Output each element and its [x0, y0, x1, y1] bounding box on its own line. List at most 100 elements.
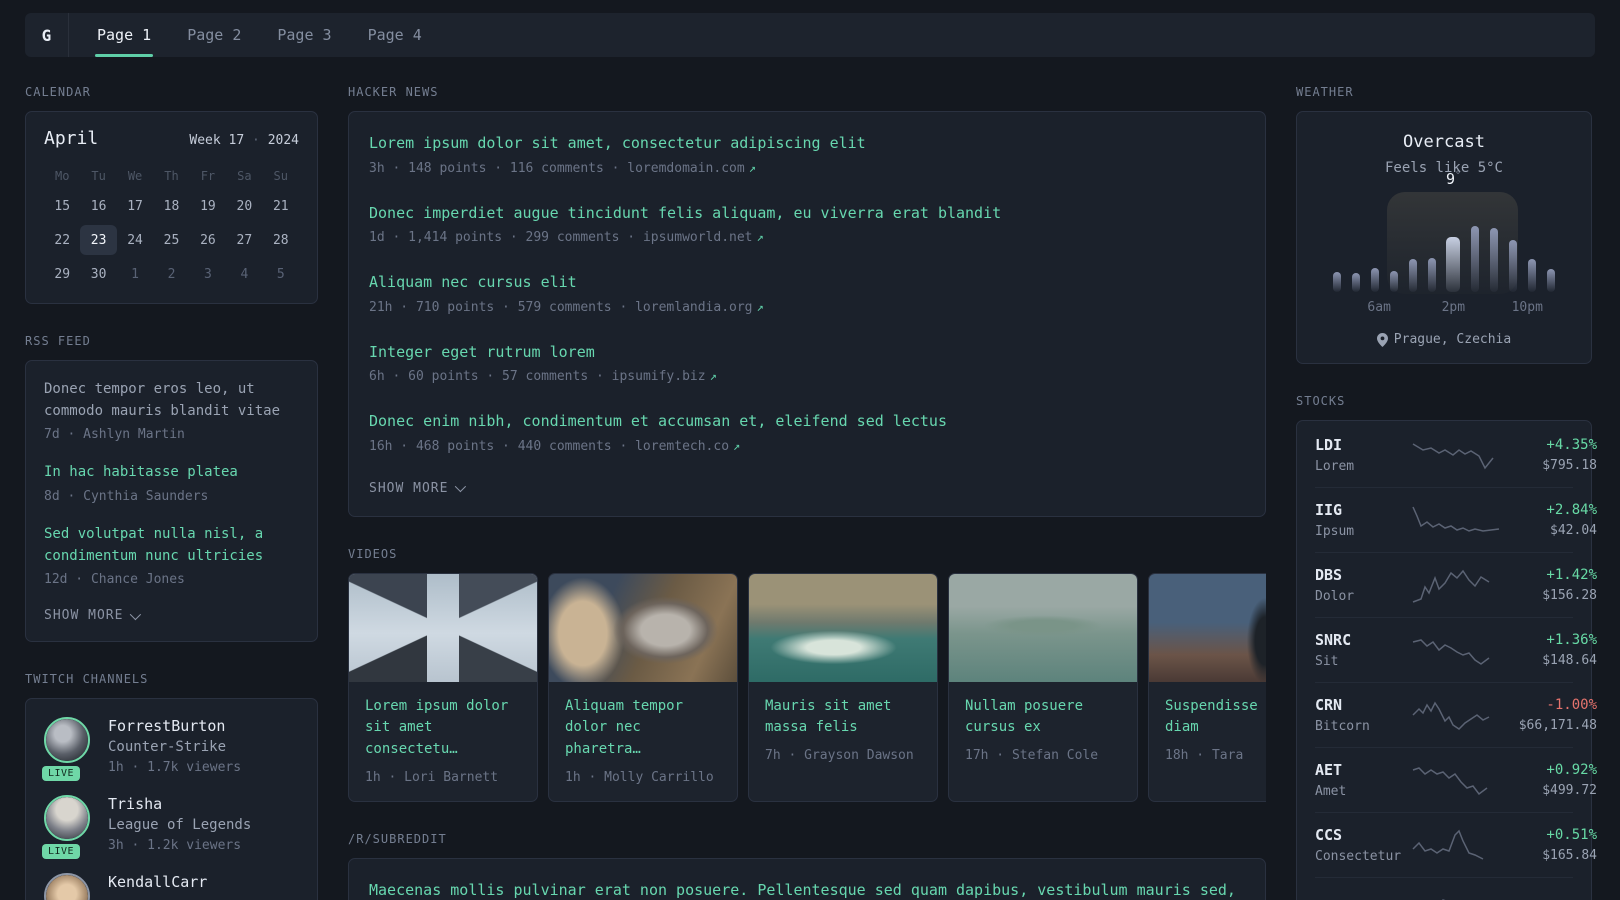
rss-item-title[interactable]: In hac habitasse platea — [44, 462, 299, 484]
weather-bar — [1427, 258, 1436, 292]
video-card[interactable]: Aliquam tempor dolor nec pharetra… 1h · … — [548, 572, 738, 802]
calendar-day: 29 — [54, 266, 71, 282]
tab-page-1[interactable]: Page 1 — [79, 13, 169, 57]
stock-change: +1.42% — [1546, 567, 1597, 583]
stock-row-snrc[interactable]: SNRC Sit +1.36% $148.64 — [1315, 617, 1597, 682]
hn-item-domain[interactable]: ipsumworld.net — [643, 230, 753, 245]
hn-item-domain[interactable]: ipsumify.biz — [612, 369, 706, 384]
calendar-day: 17 — [127, 198, 143, 214]
weather-bar — [1546, 269, 1555, 292]
video-body: Suspendisse diam 18h · Tara — [1149, 682, 1266, 779]
calendar-section-label: CALENDAR — [25, 85, 91, 99]
rss-item-title[interactable]: Donec tempor eros leo, ut commodo mauris… — [44, 379, 299, 422]
stock-row-ccs[interactable]: CCS Consectetur +0.51% $165.84 — [1315, 812, 1597, 877]
stock-row-ahs[interactable]: AHS +0.46% — [1315, 877, 1597, 900]
stock-id: SNRC Sit — [1315, 631, 1411, 669]
hn-item-title[interactable]: Donec enim nibh, condimentum et accumsan… — [369, 410, 1245, 433]
avatar-wrap: LIVE — [42, 717, 92, 782]
weather-bar — [1408, 259, 1417, 292]
peak-value: 9 — [1446, 170, 1456, 188]
channel-game: Counter-Strike — [108, 739, 227, 756]
stock-price: $42.04 — [1550, 523, 1597, 538]
stock-values: +4.35% $795.18 — [1501, 437, 1597, 473]
calendar-day: 25 — [163, 232, 180, 248]
video-card[interactable]: Lorem ipsum dolor sit amet consectetu… 1… — [348, 572, 538, 802]
hn-show-more-button[interactable]: SHOW MORE — [369, 481, 467, 496]
hn-meta-text: 3h · 148 points · 116 comments · — [369, 160, 628, 176]
hn-item-meta: 6h · 60 points · 57 comments · ipsumify.… — [369, 369, 1245, 384]
twitch-channel-kendallcarr[interactable]: KendallCarr — [44, 873, 299, 900]
weekday-sa: Sa — [237, 169, 252, 183]
stock-row-iig[interactable]: IIG Ipsum +2.84% $42.04 — [1315, 487, 1597, 552]
stock-change: +0.51% — [1546, 827, 1597, 843]
subreddit-widget: /R/SUBREDDIT Maecenas mollis pulvinar er… — [348, 832, 1266, 900]
stock-change: +2.84% — [1546, 502, 1597, 518]
avatar-wrap: LIVE — [42, 795, 92, 860]
channel-name: ForrestBurton — [108, 717, 226, 736]
video-meta: 18h · Tara — [1165, 747, 1244, 763]
video-body: Lorem ipsum dolor sit amet consectetu… 1… — [349, 682, 537, 801]
weather-location: Prague, Czechia — [1319, 332, 1569, 347]
hn-item: Aliquam nec cursus elit 21h · 710 points… — [369, 271, 1245, 315]
video-card[interactable]: Mauris sit amet massa felis 7h · Grayson… — [748, 572, 938, 802]
calendar-day-next-month: 5 — [276, 266, 285, 282]
stock-id: AET Amet — [1315, 761, 1411, 799]
rss-show-more-button[interactable]: SHOW MORE — [44, 608, 142, 624]
calendar-month: April — [44, 128, 99, 149]
tab-page-3[interactable]: Page 3 — [259, 13, 349, 57]
weather-hourly-chart: 9° — [1333, 170, 1555, 294]
hn-item-meta: 16h · 468 points · 440 comments · loremt… — [369, 439, 1245, 454]
hn-item-title[interactable]: Donec imperdiet augue tincidunt felis al… — [369, 202, 1245, 225]
hn-item-domain[interactable]: loremdomain.com — [627, 161, 744, 176]
stock-change: +0.92% — [1546, 762, 1597, 778]
weather-time-ticks: 6am 2pm 10pm — [1333, 300, 1555, 318]
hn-item: Lorem ipsum dolor sit amet, consectetur … — [369, 132, 1245, 176]
stock-row-crn[interactable]: CRN Bitcorn -1.00% $66,171.48 — [1315, 682, 1597, 747]
hn-item-title[interactable]: Aliquam nec cursus elit — [369, 271, 1245, 294]
videos-section-label: VIDEOS — [348, 546, 398, 561]
stocks-section-label: STOCKS — [1296, 394, 1346, 408]
stock-row-dbs[interactable]: DBS Dolor +1.42% $156.28 — [1315, 552, 1597, 617]
video-body: Aliquam tempor dolor nec pharetra… 1h · … — [549, 682, 737, 801]
calendar-day: 15 — [54, 198, 71, 214]
twitch-channel-forrestburton[interactable]: LIVE ForrestBurton Counter-Strike 1h · 1… — [42, 717, 299, 782]
video-card[interactable]: Nullam posuere cursus ex 17h · Stefan Co… — [948, 572, 1138, 802]
hacker-news-section-label: HACKER NEWS — [348, 85, 439, 99]
hn-item-title[interactable]: Integer eget rutrum lorem — [369, 341, 1245, 364]
stock-symbol: SNRC — [1315, 631, 1352, 649]
stock-values: +0.51% $165.84 — [1501, 827, 1597, 863]
calendar-day: 19 — [200, 198, 216, 214]
twitch-channel-trisha[interactable]: LIVE Trisha League of Legends 3h · 1.2k … — [42, 795, 299, 860]
stock-sparkline — [1411, 435, 1501, 475]
stock-symbol: CCS — [1315, 826, 1343, 844]
stock-id: LDI Lorem — [1315, 436, 1411, 474]
stock-sparkline — [1411, 695, 1501, 735]
video-meta: 1h · Molly Carrillo — [565, 769, 714, 785]
tick-2pm: 2pm — [1441, 300, 1466, 315]
stock-name: Bitcorn — [1315, 719, 1370, 734]
tab-page-2[interactable]: Page 2 — [169, 13, 259, 57]
hn-item-domain[interactable]: loremlandia.org — [635, 300, 752, 315]
stocks-card: LDI Lorem +4.35% $795.18 IIG Ipsum +2.84… — [1296, 420, 1597, 900]
twitch-card: LIVE ForrestBurton Counter-Strike 1h · 1… — [25, 698, 318, 900]
dot-separator: · — [252, 133, 260, 148]
tab-page-4[interactable]: Page 4 — [350, 13, 440, 57]
weather-bar — [1333, 272, 1341, 292]
stock-row-aet[interactable]: AET Amet +0.92% $499.72 — [1315, 747, 1597, 812]
stock-price: $499.72 — [1542, 783, 1597, 798]
stock-row-ldi[interactable]: LDI Lorem +4.35% $795.18 — [1315, 423, 1597, 487]
subreddit-card: Maecenas mollis pulvinar erat non posuer… — [348, 857, 1266, 900]
video-body: Mauris sit amet massa felis 7h · Grayson… — [749, 682, 937, 779]
hn-item-title[interactable]: Lorem ipsum dolor sit amet, consectetur … — [369, 132, 1245, 155]
reddit-post-title[interactable]: Maecenas mollis pulvinar erat non posuer… — [369, 879, 1245, 900]
hn-item-domain[interactable]: loremtech.co — [635, 439, 729, 454]
external-link-icon: ↗ — [709, 369, 717, 383]
video-card[interactable]: Suspendisse diam 18h · Tara — [1148, 572, 1266, 802]
rss-item-title[interactable]: Sed volutpat nulla nisl, a condimentum n… — [44, 524, 299, 567]
hn-item-meta: 21h · 710 points · 579 comments · loreml… — [369, 300, 1245, 315]
hn-item-meta: 1d · 1,414 points · 299 comments · ipsum… — [369, 230, 1245, 245]
stock-values: +2.84% $42.04 — [1501, 502, 1597, 538]
calendar-day-selected: 23 — [80, 225, 117, 255]
show-more-label: SHOW MORE — [44, 608, 124, 624]
calendar-day: 24 — [127, 232, 143, 248]
